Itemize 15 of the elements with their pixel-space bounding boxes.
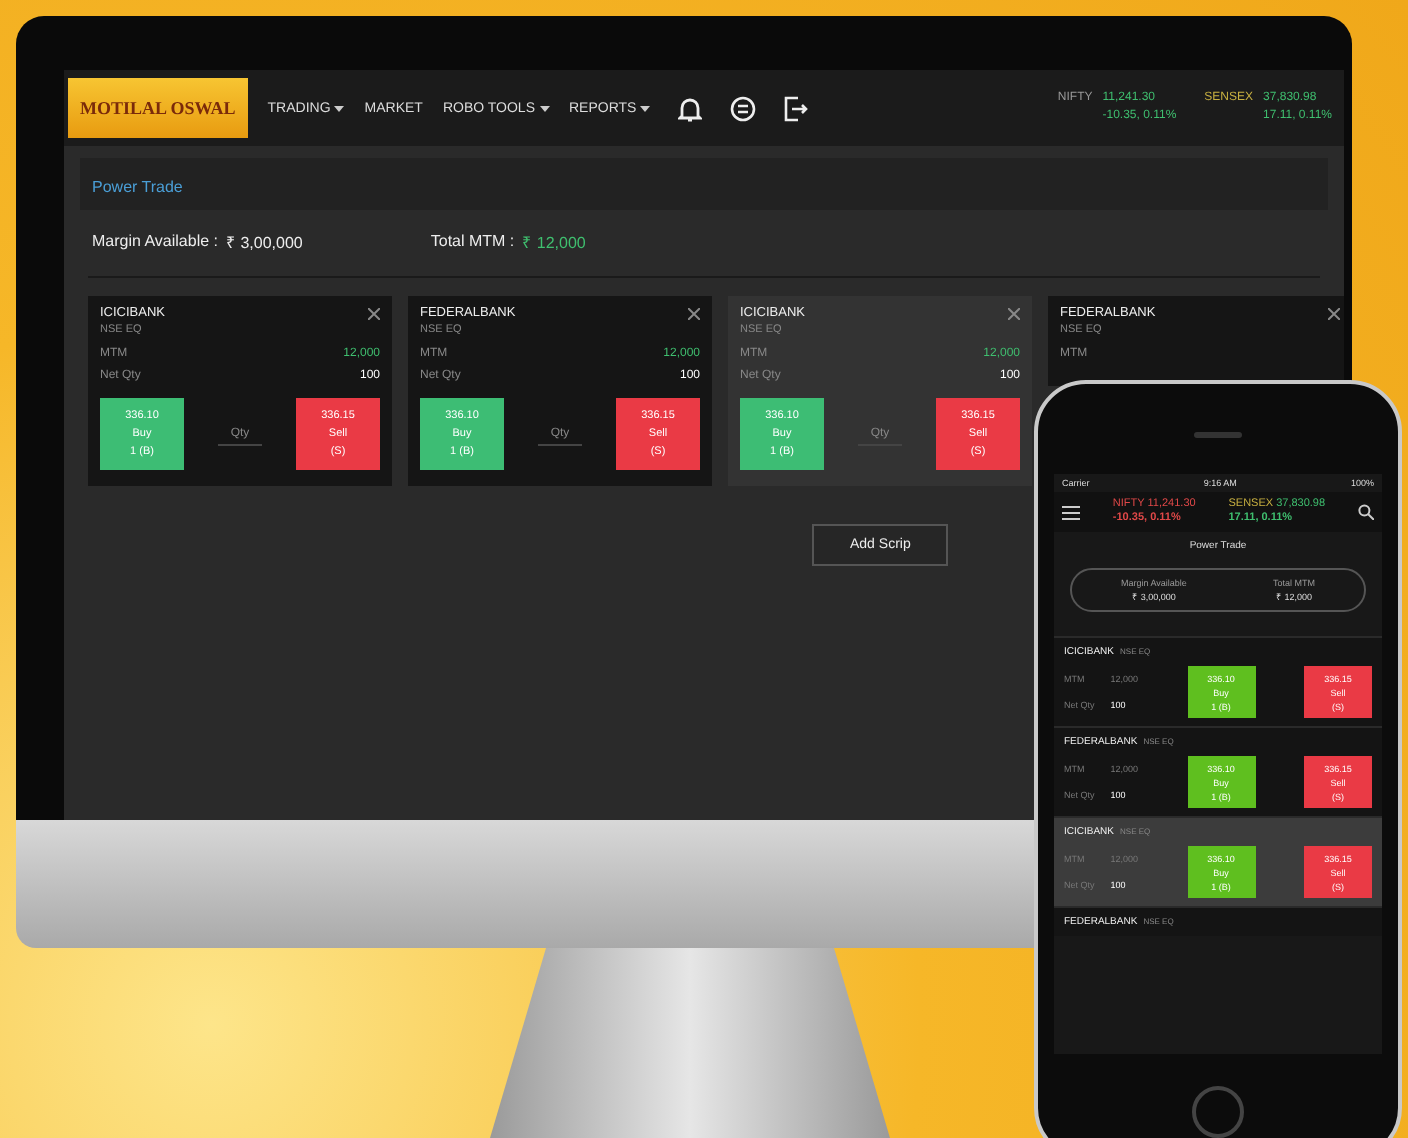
margin-label: Margin Available : bbox=[92, 232, 218, 250]
menu-icon[interactable] bbox=[1062, 505, 1080, 519]
bell-icon[interactable] bbox=[678, 95, 703, 121]
page-title: Power Trade bbox=[92, 178, 183, 196]
close-icon[interactable] bbox=[688, 307, 700, 319]
margin-value: ₹ 3,00,000 bbox=[226, 232, 303, 252]
close-icon[interactable] bbox=[1328, 307, 1340, 319]
mtm-label: Total MTM : bbox=[430, 232, 515, 250]
search-icon[interactable] bbox=[1357, 504, 1374, 520]
logo[interactable]: MOTILAL OSWAL bbox=[68, 78, 248, 138]
speaker-icon bbox=[1194, 432, 1242, 438]
close-icon[interactable] bbox=[368, 307, 380, 319]
mtm-value: ₹ 12,000 bbox=[522, 232, 586, 252]
close-icon[interactable] bbox=[1008, 307, 1020, 319]
logout-icon[interactable] bbox=[784, 95, 809, 121]
